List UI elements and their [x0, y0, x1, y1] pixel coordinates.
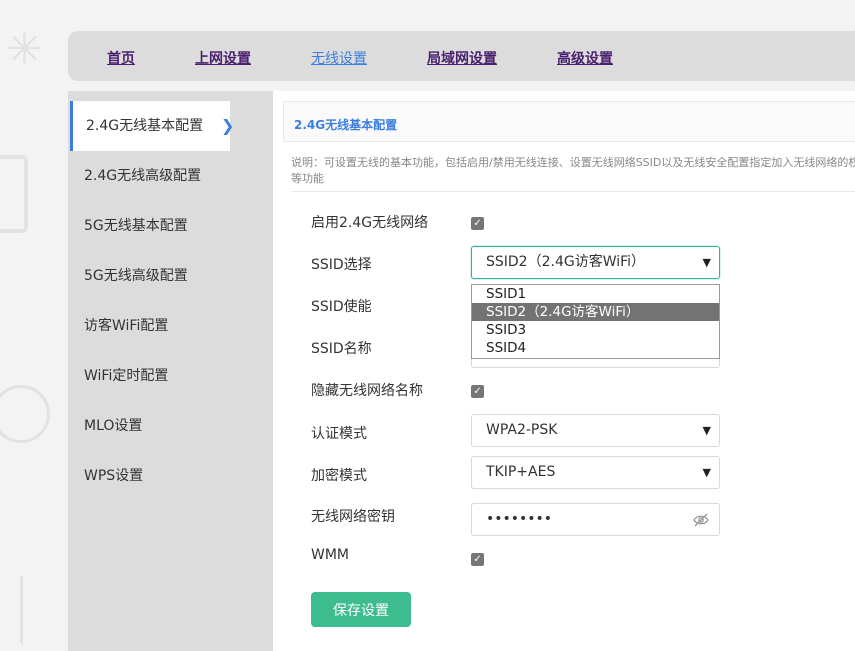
- sidebar-item-label: 5G无线高级配置: [84, 268, 188, 284]
- chevron-down-icon: ▼: [702, 256, 711, 269]
- ssid-enable-label: SSID使能: [311, 299, 372, 315]
- enable-wifi-checkbox[interactable]: ✓: [471, 217, 484, 230]
- sidebar-item-label: 2.4G无线基本配置: [86, 118, 204, 134]
- auth-mode-select[interactable]: WPA2-PSK ▼: [471, 414, 720, 447]
- auth-mode-label: 认证模式: [311, 426, 367, 442]
- wifi-key-value: ••••••••: [486, 511, 553, 527]
- nav-lan-settings[interactable]: 局域网设置: [427, 48, 497, 68]
- top-nav-bar: 首页 上网设置 无线设置 局域网设置 高级设置: [68, 31, 855, 81]
- sidebar-item-24g-advanced[interactable]: 2.4G无线高级配置: [68, 151, 273, 201]
- sidebar: 2.4G无线基本配置 ❯ 2.4G无线高级配置 5G无线基本配置 5G无线高级配…: [68, 91, 273, 651]
- ssid-dropdown-list: SSID1 SSID2（2.4G访客WiFi） SSID3 SSID4: [471, 284, 720, 359]
- save-settings-button[interactable]: 保存设置: [311, 592, 411, 627]
- chevron-down-icon: ▼: [702, 466, 711, 479]
- sidebar-item-label: 2.4G无线高级配置: [84, 168, 202, 184]
- background-figure-decoration: [20, 575, 63, 645]
- check-icon: ✓: [473, 218, 482, 229]
- sidebar-item-5g-basic[interactable]: 5G无线基本配置: [68, 201, 273, 251]
- ssid-option[interactable]: SSID4: [472, 339, 719, 357]
- nav-home[interactable]: 首页: [107, 48, 135, 68]
- ssid-select[interactable]: SSID2（2.4G访客WiFi） ▼: [471, 246, 720, 279]
- check-icon: ✓: [473, 386, 482, 397]
- sidebar-item-5g-advanced[interactable]: 5G无线高级配置: [68, 251, 273, 301]
- nav-advanced-settings[interactable]: 高级设置: [557, 48, 613, 68]
- chevron-down-icon: ▼: [702, 424, 711, 437]
- sidebar-item-guest-wifi[interactable]: 访客WiFi配置: [68, 301, 273, 351]
- panel-description: 说明：可设置无线的基本功能，包括启用/禁用无线连接、设置无线网络SSID以及无线…: [291, 155, 855, 192]
- ssid-name-label: SSID名称: [311, 341, 372, 357]
- sidebar-item-24g-basic[interactable]: 2.4G无线基本配置 ❯: [70, 101, 234, 151]
- wmm-label: WMM: [311, 547, 350, 563]
- panel-header: 2.4G无线基本配置: [283, 101, 855, 142]
- sidebar-item-label: WiFi定时配置: [84, 368, 169, 384]
- enable-wifi-label: 启用2.4G无线网络: [311, 215, 429, 231]
- ssid-option[interactable]: SSID3: [472, 321, 719, 339]
- check-icon: ✓: [473, 554, 482, 565]
- hide-ssid-label: 隐藏无线网络名称: [311, 383, 423, 399]
- background-star-decoration: ✳: [6, 24, 43, 75]
- sidebar-item-wifi-schedule[interactable]: WiFi定时配置: [68, 351, 273, 401]
- panel-title: 2.4G无线基本配置: [294, 118, 398, 132]
- nav-wireless-settings[interactable]: 无线设置: [311, 48, 367, 68]
- encryption-mode-value: TKIP+AES: [486, 464, 556, 480]
- sidebar-item-label: 访客WiFi配置: [84, 318, 169, 334]
- encryption-mode-label: 加密模式: [311, 468, 367, 484]
- background-globe-decoration: [0, 385, 50, 443]
- auth-mode-value: WPA2-PSK: [486, 422, 558, 438]
- wifi-key-label: 无线网络密钥: [311, 509, 395, 525]
- main-panel: 2.4G无线基本配置 说明：可设置无线的基本功能，包括启用/禁用无线连接、设置无…: [273, 91, 855, 651]
- sidebar-item-label: MLO设置: [84, 418, 143, 434]
- eye-off-icon[interactable]: [693, 513, 709, 527]
- wmm-checkbox[interactable]: ✓: [471, 553, 484, 566]
- ssid-select-value: SSID2（2.4G访客WiFi）: [486, 254, 646, 270]
- wifi-key-input[interactable]: ••••••••: [471, 503, 720, 536]
- ssid-option[interactable]: SSID1: [472, 285, 719, 303]
- ssid-select-label: SSID选择: [311, 257, 372, 273]
- ssid-option-selected[interactable]: SSID2（2.4G访客WiFi）: [472, 303, 719, 321]
- sidebar-item-mlo[interactable]: MLO设置: [68, 401, 273, 451]
- encryption-mode-select[interactable]: TKIP+AES ▼: [471, 456, 720, 489]
- hide-ssid-checkbox[interactable]: ✓: [471, 385, 484, 398]
- sidebar-item-label: WPS设置: [84, 468, 144, 484]
- sidebar-item-wps[interactable]: WPS设置: [68, 451, 273, 501]
- chevron-right-icon: ❯: [221, 116, 235, 135]
- sidebar-item-label: 5G无线基本配置: [84, 218, 188, 234]
- nav-internet-settings[interactable]: 上网设置: [195, 48, 251, 68]
- background-box-decoration: [0, 155, 28, 233]
